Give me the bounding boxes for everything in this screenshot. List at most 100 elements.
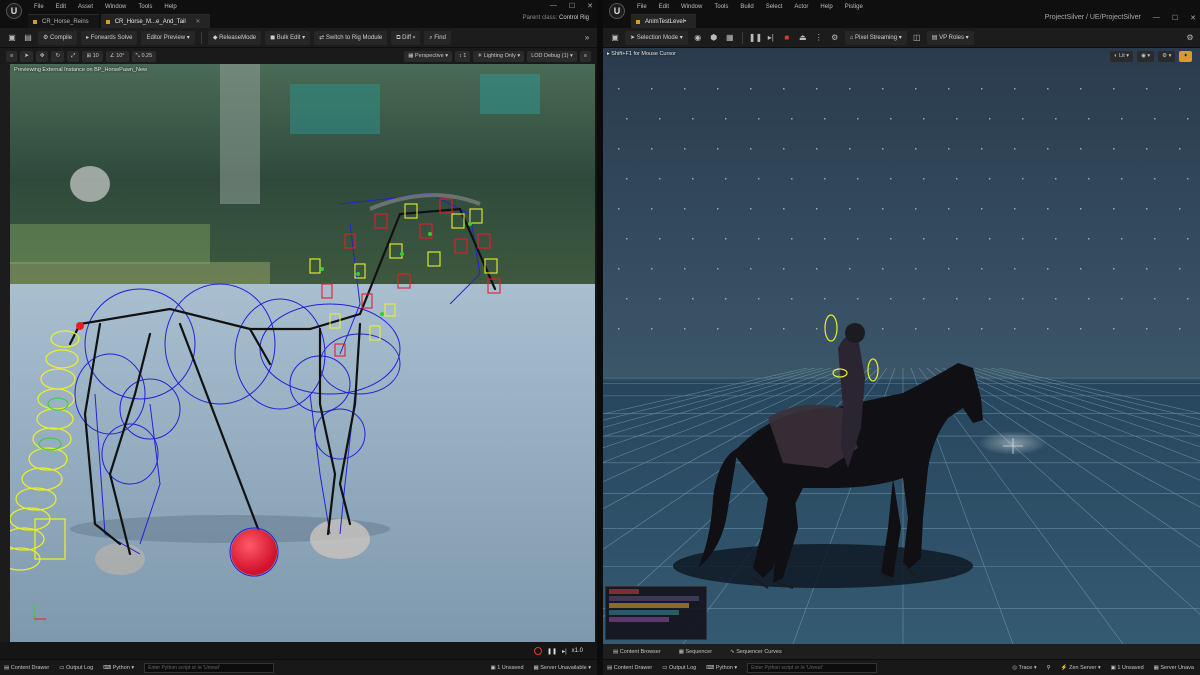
viewport-options-icon[interactable]: ⚙ ▾ <box>1158 51 1176 62</box>
editor-preview-dropdown[interactable]: Editor Preview ▾ <box>141 30 195 45</box>
output-log-button[interactable]: ▭ Output Log <box>662 665 696 671</box>
revision-control-icon[interactable]: ⚲ <box>1047 665 1051 671</box>
tab-cr-horse-mane-tail[interactable]: CR_Horse_M...e_And_Tail ✕ <box>100 14 211 28</box>
blueprint-icon[interactable]: ⬢ <box>708 32 720 44</box>
tab-cr-horse-reins[interactable]: CR_Horse_Reins <box>28 14 99 28</box>
rotation-snap-button[interactable]: ∠ 10° <box>105 50 129 62</box>
level-viewport[interactable]: ▸ Shift+F1 for Mouse Cursor ◐ Lit ▾ ◉ ▾ … <box>603 48 1200 644</box>
unreal-logo-icon[interactable]: U <box>609 3 625 19</box>
vr-icon[interactable]: ◫ <box>911 32 923 44</box>
sequencer-preview-panel[interactable] <box>605 586 707 640</box>
menu-asset[interactable]: Asset <box>72 2 99 12</box>
menu-pistige[interactable]: Pistige <box>839 2 869 12</box>
scale-tool-icon[interactable]: ⤢ <box>67 50 80 62</box>
content-drawer-button[interactable]: ▤ Content Drawer <box>4 665 49 671</box>
close-icon[interactable]: ✕ <box>195 19 200 25</box>
parent-class-value[interactable]: Control Rig <box>559 15 589 21</box>
record-icon[interactable] <box>534 647 543 655</box>
save-icon[interactable]: ▣ <box>6 32 18 44</box>
menu-edit[interactable]: Edit <box>653 2 675 12</box>
selection-mode-dropdown[interactable]: ➤ Selection Mode ▾ <box>625 30 688 45</box>
menu-help[interactable]: Help <box>158 2 182 12</box>
python-command-input[interactable]: Enter Python script or /e 'Unreal' <box>144 662 275 673</box>
lighting-dropdown[interactable]: ☀ Lighting Only ▾ <box>473 50 525 62</box>
sequencer-curves-tab[interactable]: ∿ Sequencer Curves <box>730 649 782 655</box>
select-tool-icon[interactable]: ➤ <box>20 50 33 62</box>
server-status-button[interactable]: ▦ Server Unava <box>1154 665 1194 671</box>
menu-file[interactable]: File <box>631 2 653 12</box>
scale-snap-button[interactable]: ⤡ 0.25 <box>131 50 157 62</box>
menu-file[interactable]: File <box>28 2 50 12</box>
viewport-settings-icon[interactable]: ≡ <box>579 50 591 62</box>
pause-icon[interactable]: ❚❚ <box>547 648 557 655</box>
step-icon[interactable]: ▸| <box>562 648 567 655</box>
sequencer-tab[interactable]: ▦ Sequencer <box>679 649 712 655</box>
rig-viewport[interactable]: Previewing External Instance on BP_Horse… <box>10 64 595 642</box>
minimize-icon[interactable]: — <box>1153 14 1160 22</box>
python-dropdown[interactable]: ⌨ Python ▾ <box>706 665 737 671</box>
switch-rig-module-button[interactable]: ⇄ Switch to Rig Module <box>314 30 388 45</box>
cinematics-icon[interactable]: ▦ <box>724 32 736 44</box>
output-log-button[interactable]: ▭ Output Log <box>59 665 93 671</box>
level-scene[interactable] <box>603 48 1200 644</box>
maximize-icon[interactable]: ☐ <box>569 2 575 10</box>
python-dropdown[interactable]: ⌨ Python ▾ <box>103 665 134 671</box>
close-window-icon[interactable]: ✕ <box>587 2 593 10</box>
diff-button[interactable]: ⧉ Diff ▾ <box>391 30 421 45</box>
menu-select[interactable]: Select <box>760 2 789 12</box>
tab-anim-test-level[interactable]: AnimTestLevel• <box>631 14 697 28</box>
release-mode-button[interactable]: ◆ ReleaseMode <box>207 30 262 45</box>
rig-scene[interactable] <box>10 64 595 642</box>
menu-edit[interactable]: Edit <box>50 2 72 12</box>
expand-toolbar-icon[interactable]: » <box>581 32 593 44</box>
platforms-icon[interactable]: ⋮ <box>813 32 825 44</box>
content-drawer-button[interactable]: ▤ Content Drawer <box>607 665 652 671</box>
menu-build[interactable]: Build <box>734 2 759 12</box>
skip-icon[interactable]: ▸| <box>765 32 777 44</box>
content-browser-tab[interactable]: ▤ Content Browser <box>613 649 661 655</box>
unreal-logo-icon[interactable]: U <box>6 3 22 19</box>
eject-icon[interactable]: ⏏ <box>797 32 809 44</box>
left-panel-strip[interactable] <box>0 64 10 642</box>
minimize-icon[interactable]: — <box>550 2 557 10</box>
translate-tool-icon[interactable]: ✥ <box>35 50 49 62</box>
python-command-input[interactable]: Enter Python script or /e 'Unreal' <box>747 662 878 673</box>
bulk-edit-button[interactable]: ◼ Bulk Edit ▾ <box>265 30 311 45</box>
menu-window[interactable]: Window <box>99 2 132 12</box>
save-icon[interactable]: ▣ <box>609 32 621 44</box>
grid-snap-button[interactable]: ⊞ 10 <box>82 50 103 62</box>
lod-dropdown[interactable]: LOD Debug (1) ▾ <box>527 50 577 62</box>
zen-server-button[interactable]: ⚡ Zen Server ▾ <box>1061 665 1101 671</box>
stop-icon[interactable]: ■ <box>781 32 793 44</box>
menu-actor[interactable]: Actor <box>788 2 814 12</box>
menu-tools[interactable]: Tools <box>132 2 158 12</box>
forwards-solve-button[interactable]: ▸ Forwards Solve <box>81 30 138 45</box>
content-icon[interactable]: ◉ <box>692 32 704 44</box>
menu-help[interactable]: Help <box>814 2 838 12</box>
realtime-icon[interactable]: ✦ <box>1179 51 1192 62</box>
viewport-lit-dropdown[interactable]: ◐ Lit ▾ <box>1110 51 1134 62</box>
close-window-icon[interactable]: ✕ <box>1190 14 1196 22</box>
find-button[interactable]: ⌕ Find <box>424 30 451 45</box>
play-speed-dropdown[interactable]: x1.0 <box>572 648 583 654</box>
rotate-tool-icon[interactable]: ↻ <box>51 50 65 62</box>
vp-roles-dropdown[interactable]: ▤ VP Roles ▾ <box>926 30 974 45</box>
parent-class: Parent class: Control Rig <box>523 15 589 21</box>
menu-tools[interactable]: Tools <box>708 2 734 12</box>
settings-icon[interactable]: ⚙ <box>829 32 841 44</box>
show-flags-icon[interactable]: ◉ ▾ <box>1137 51 1155 62</box>
menu-window[interactable]: Window <box>675 2 708 12</box>
browse-icon[interactable]: ▤ <box>22 32 34 44</box>
viewport-menu-button[interactable]: ≡ <box>6 50 18 62</box>
unsaved-button[interactable]: ▣ 1 Unsaved <box>490 665 523 671</box>
server-status-button[interactable]: ▦ Server Unavailable ▾ <box>534 665 592 671</box>
unsaved-button[interactable]: ▣ 1 Unsaved <box>1111 665 1144 671</box>
maximize-icon[interactable]: ☐ <box>1172 14 1178 22</box>
camera-speed-icon[interactable]: ↕ 1 <box>454 50 471 62</box>
perspective-dropdown[interactable]: ▦ Perspective ▾ <box>404 50 452 62</box>
compile-button[interactable]: ⚙ Compile <box>38 30 78 45</box>
pixel-streaming-dropdown[interactable]: ⌂ Pixel Streaming ▾ <box>844 30 907 45</box>
pause-icon[interactable]: ❚❚ <box>749 32 762 44</box>
trace-dropdown[interactable]: ◎ Trace ▾ <box>1012 665 1036 671</box>
settings-gear-icon[interactable]: ⚙ <box>1184 32 1196 44</box>
